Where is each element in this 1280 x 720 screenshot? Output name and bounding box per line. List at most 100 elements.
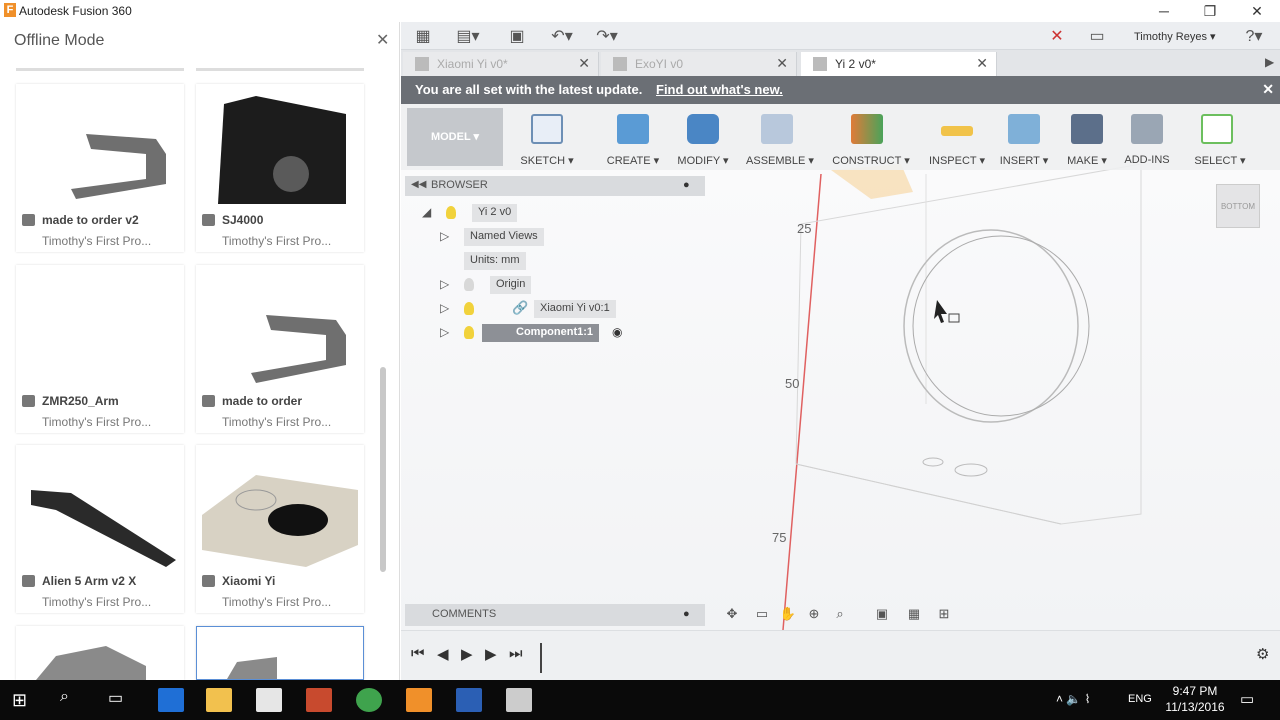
app-icon[interactable] <box>306 688 332 712</box>
offline-icon[interactable]: ✕ <box>1047 26 1067 46</box>
design-card[interactable]: SJ4000 Timothy's First Pro... <box>196 84 364 252</box>
store-icon[interactable] <box>256 688 282 712</box>
pin-icon[interactable]: ● <box>683 179 690 191</box>
expanded-triangle-icon[interactable]: ◢ <box>422 205 431 219</box>
whats-new-link[interactable]: Find out what's new. <box>656 82 783 97</box>
task-view-icon[interactable]: ▭ <box>108 688 123 708</box>
go-to-end-icon[interactable]: ⏭ <box>509 645 523 662</box>
windows-start-icon[interactable]: ⊞ <box>12 690 27 711</box>
comments-panel[interactable]: COMMENTS ● <box>405 604 705 626</box>
language-indicator[interactable]: ENG <box>1128 693 1152 705</box>
data-panel: Offline Mode ✕ made to order v2 Timothy'… <box>0 22 400 680</box>
panel-scrollbar[interactable] <box>380 367 386 572</box>
tab-scroll-right-icon[interactable]: ▶ <box>1265 55 1274 69</box>
assemble-tool[interactable]: ASSEMBLE ▾ <box>741 108 819 168</box>
close-tab-button[interactable]: ✕ <box>976 55 988 72</box>
notification-icon[interactable]: ▭ <box>1087 26 1107 46</box>
undo-icon[interactable]: ↶▾ <box>546 26 578 46</box>
search-icon[interactable]: ⌕ <box>60 688 69 706</box>
visibility-bulb-icon[interactable] <box>464 278 474 291</box>
construct-tool[interactable]: CONSTRUCT ▾ <box>831 108 911 168</box>
file-explorer-icon[interactable] <box>206 688 232 712</box>
zoom-window-icon[interactable]: ⌕ <box>829 606 851 624</box>
inspect-tool[interactable]: INSPECT ▾ <box>921 108 993 168</box>
collapse-icon[interactable]: ◀◀ <box>411 179 426 190</box>
sketch-tool[interactable]: SKETCH ▾ <box>511 108 583 168</box>
design-card[interactable]: made to order Timothy's First Pro... <box>196 265 364 433</box>
timeline-marker[interactable] <box>540 643 550 673</box>
minimize-button[interactable]: ─ <box>1141 0 1187 22</box>
orbit-icon[interactable]: ✥ <box>721 606 743 624</box>
step-forward-icon[interactable]: ▶ <box>485 645 497 663</box>
zoom-icon[interactable]: ⊕ <box>803 606 825 624</box>
tree-node[interactable]: ▷ 🔗 Xiaomi Yi v0:1 <box>440 298 740 320</box>
collapsed-triangle-icon[interactable]: ▷ <box>440 325 449 339</box>
tray-icons[interactable]: ˄ 🔈 ⌇ <box>1056 692 1090 706</box>
tree-node[interactable]: ▷ Named Views <box>440 226 740 248</box>
display-settings-icon[interactable]: ▣ <box>871 606 893 624</box>
edge-icon[interactable] <box>158 688 184 712</box>
play-icon[interactable]: ▶ <box>461 645 473 663</box>
tree-node-root[interactable]: ◢ Yi 2 v0 <box>422 202 722 224</box>
go-to-start-icon[interactable]: ⏮ <box>411 645 425 662</box>
tab-document[interactable]: ExoYI v0 ✕ <box>601 52 797 76</box>
window-app-icon[interactable] <box>506 688 532 712</box>
tree-node[interactable]: ▷ Origin <box>440 274 740 296</box>
data-panel-grid-icon[interactable]: ▦ <box>413 26 433 46</box>
workspace-switcher[interactable]: MODEL ▾ <box>407 108 503 166</box>
step-back-icon[interactable]: ◀ <box>437 645 449 663</box>
visibility-bulb-icon[interactable] <box>446 206 456 219</box>
close-banner-button[interactable]: ✕ <box>1262 81 1274 98</box>
visibility-bulb-icon[interactable] <box>464 326 474 339</box>
close-window-button[interactable]: ✕ <box>1234 0 1280 22</box>
design-card[interactable]: made to order v2 Timothy's First Pro... <box>16 84 184 252</box>
chrome-icon[interactable] <box>356 688 382 712</box>
browser-panel-header[interactable]: ◀◀ BROWSER ● <box>405 176 705 196</box>
design-card[interactable]: Xiaomi Yi Timothy's First Pro... <box>196 445 364 613</box>
collapsed-triangle-icon[interactable]: ▷ <box>440 229 449 243</box>
fusion-taskbar-icon[interactable] <box>406 688 432 712</box>
file-menu-icon[interactable]: ▤▾ <box>453 26 483 46</box>
tab-document-active[interactable]: Yi 2 v0* ✕ <box>801 52 997 76</box>
word-icon[interactable] <box>456 688 482 712</box>
modify-tool[interactable]: MODIFY ▾ <box>667 108 739 168</box>
pin-icon[interactable]: ● <box>683 608 690 620</box>
select-tool[interactable]: SELECT ▾ <box>1181 108 1259 168</box>
visibility-bulb-icon[interactable] <box>464 302 474 315</box>
tree-node[interactable]: Units: mm <box>440 250 740 272</box>
document-icon <box>415 57 429 71</box>
activate-radio-icon[interactable]: ◉ <box>612 325 622 339</box>
viewports-icon[interactable]: ⊞ <box>933 606 955 624</box>
close-tab-button[interactable]: ✕ <box>776 55 788 72</box>
close-panel-button[interactable]: ✕ <box>376 30 389 50</box>
link-icon: 🔗 <box>512 300 529 315</box>
view-cube[interactable]: BOTTOM <box>1216 184 1260 228</box>
pan-icon[interactable]: ✋ <box>777 606 799 624</box>
tree-node-active[interactable]: ▷ Component1:1 ◉ <box>440 322 740 344</box>
clock[interactable]: 9:47 PM 11/13/2016 <box>1160 683 1230 715</box>
redo-icon[interactable]: ↷▾ <box>591 26 623 46</box>
timeline-settings-gear-icon[interactable]: ⚙ <box>1256 645 1269 663</box>
close-tab-button[interactable]: ✕ <box>578 55 590 72</box>
assemble-icon <box>761 114 793 144</box>
tab-document[interactable]: Xiaomi Yi v0* ✕ <box>403 52 599 76</box>
window-title: Autodesk Fusion 360 <box>19 4 132 18</box>
design-card[interactable]: ZMR250_Arm Timothy's First Pro... <box>16 265 184 433</box>
save-icon[interactable]: ▣ <box>506 26 528 46</box>
grid-settings-icon[interactable]: ▦ <box>903 606 925 624</box>
help-icon[interactable]: ?▾ <box>1239 26 1269 46</box>
design-card[interactable]: Alien 5 Arm v2 X Timothy's First Pro... <box>16 445 184 613</box>
insert-tool[interactable]: INSERT ▾ <box>988 108 1060 168</box>
tool-label: CONSTRUCT ▾ <box>832 155 910 167</box>
design-card[interactable] <box>196 626 364 680</box>
user-menu[interactable]: Timothy Reyes ▾ <box>1134 30 1216 43</box>
look-at-icon[interactable]: ▭ <box>751 606 773 624</box>
action-center-icon[interactable]: ▭ <box>1240 690 1254 708</box>
add-ins-tool[interactable]: ADD-INS <box>1111 108 1183 168</box>
create-tool[interactable]: CREATE ▾ <box>597 108 669 168</box>
collapsed-triangle-icon[interactable]: ▷ <box>440 277 449 291</box>
design-card[interactable] <box>16 626 184 680</box>
restore-button[interactable]: ❐ <box>1187 0 1233 22</box>
tool-label: INSERT ▾ <box>999 155 1049 167</box>
collapsed-triangle-icon[interactable]: ▷ <box>440 301 449 315</box>
